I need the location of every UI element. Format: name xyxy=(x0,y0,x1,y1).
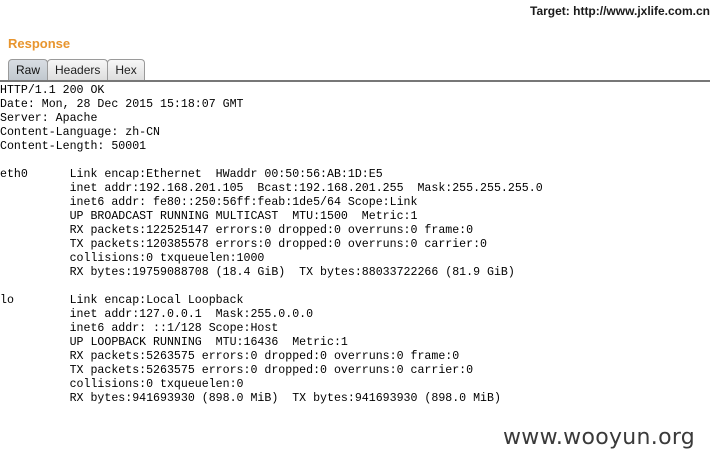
response-line: UP LOOPBACK RUNNING MTU:16436 Metric:1 xyxy=(0,336,348,349)
response-line: inet6 addr: ::1/128 Scope:Host xyxy=(0,322,279,335)
response-line: RX bytes:941693930 (898.0 MiB) TX bytes:… xyxy=(0,392,501,405)
response-line: Server: Apache xyxy=(0,112,98,125)
response-line: TX packets:120385578 errors:0 dropped:0 … xyxy=(0,238,488,251)
response-line: collisions:0 txqueuelen:1000 xyxy=(0,252,265,265)
response-line: HTTP/1.1 200 OK xyxy=(0,84,105,97)
response-line: Content-Language: zh-CN xyxy=(0,126,161,139)
response-line: Date: Mon, 28 Dec 2015 15:18:07 GMT xyxy=(0,98,244,111)
response-line: RX bytes:19759088708 (18.4 GiB) TX bytes… xyxy=(0,266,515,279)
response-line: inet addr:192.168.201.105 Bcast:192.168.… xyxy=(0,182,543,195)
tab-hex[interactable]: Hex xyxy=(107,59,145,80)
response-line: eth0 Link encap:Ethernet HWaddr 00:50:56… xyxy=(0,168,383,181)
response-raw-text[interactable]: HTTP/1.1 200 OK Date: Mon, 28 Dec 2015 15… xyxy=(0,84,710,406)
response-line: inet6 addr: fe80::250:56ff:feab:1de5/64 … xyxy=(0,196,418,209)
response-line: UP BROADCAST RUNNING MULTICAST MTU:1500 … xyxy=(0,210,418,223)
response-panel-title: Response xyxy=(8,36,71,51)
response-line: Content-Length: 50001 xyxy=(0,140,147,153)
tab-raw[interactable]: Raw xyxy=(8,59,49,80)
response-line: RX packets:5263575 errors:0 dropped:0 ov… xyxy=(0,350,460,363)
watermark-text: www.wooyun.org xyxy=(503,425,696,450)
response-line: lo Link encap:Local Loopback xyxy=(0,294,244,307)
response-line xyxy=(0,154,710,168)
response-line xyxy=(0,280,710,294)
tab-headers[interactable]: Headers xyxy=(47,59,109,80)
tab-divider xyxy=(0,80,710,82)
response-line: TX packets:5263575 errors:0 dropped:0 ov… xyxy=(0,364,474,377)
response-line: RX packets:122525147 errors:0 dropped:0 … xyxy=(0,224,474,237)
response-view-tabs: Raw Headers Hex xyxy=(8,59,145,80)
response-line: inet addr:127.0.0.1 Mask:255.0.0.0 xyxy=(0,308,314,321)
response-line: collisions:0 txqueuelen:0 xyxy=(0,378,244,391)
target-url-label: Target: http://www.jxlife.com.cn xyxy=(530,4,710,18)
